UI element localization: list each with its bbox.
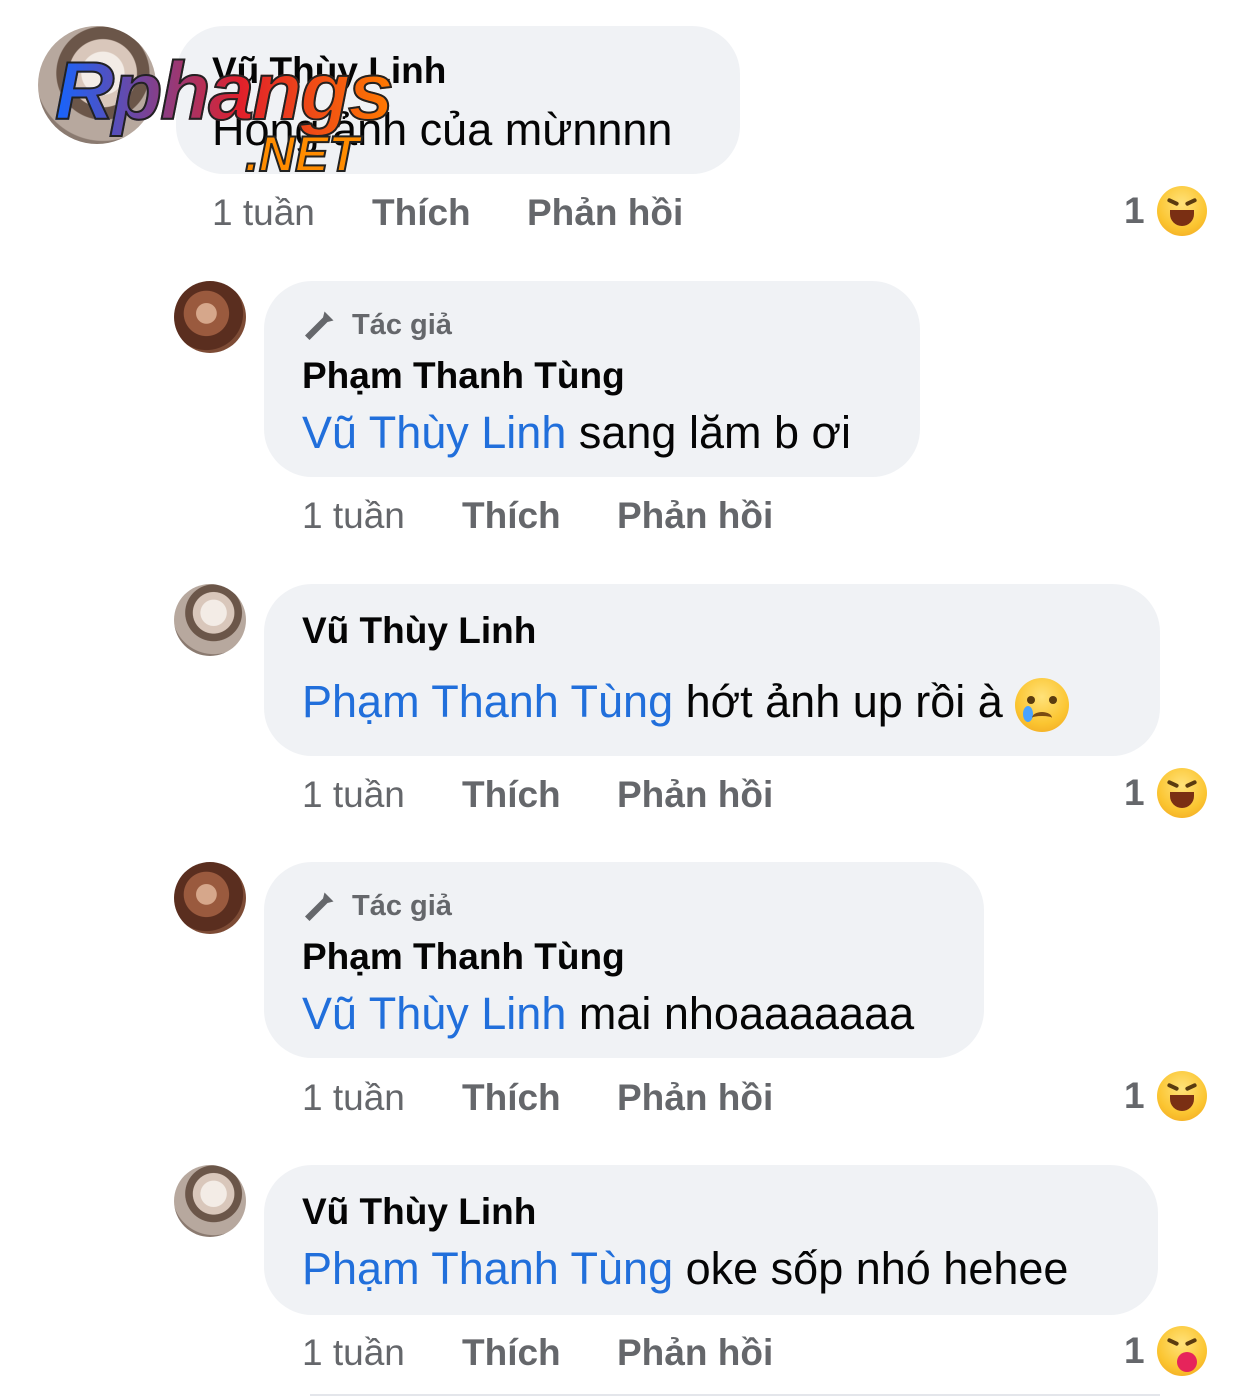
crying-emoji-icon — [1015, 678, 1070, 733]
reaction-summary[interactable]: 1 — [1124, 1326, 1207, 1376]
commenter-name[interactable]: Phạm Thanh Tùng — [302, 355, 625, 397]
mention-link[interactable]: Phạm Thanh Tùng — [302, 676, 673, 727]
author-badge: Tác giả — [302, 307, 452, 343]
like-button[interactable]: Thích — [372, 192, 471, 234]
comment-body: Hóng ảnh của mừnnnn — [212, 104, 673, 155]
comment-bubble: Tác giả Phạm Thanh Tùng Vũ Thùy Linh san… — [264, 281, 920, 477]
reaction-summary[interactable]: 1 — [1124, 768, 1207, 818]
comment-text: Vũ Thùy Linh mai nhoaaaaaaa — [302, 988, 914, 1040]
like-button[interactable]: Thích — [462, 1332, 561, 1374]
avatar-vu-thuy-linh[interactable] — [174, 584, 246, 656]
reaction-count: 1 — [1124, 772, 1145, 813]
comment-time[interactable]: 1 tuần — [302, 774, 405, 816]
reaction-count: 1 — [1124, 190, 1145, 231]
comment-bubble: Vũ Thùy Linh Hóng ảnh của mừnnnn — [176, 26, 740, 174]
commenter-name[interactable]: Vũ Thùy Linh — [302, 610, 536, 652]
haha-emoji-icon — [1156, 186, 1207, 236]
comment-body: hớt ảnh up rồi à — [673, 676, 1003, 727]
reaction-count: 1 — [1124, 1330, 1145, 1371]
avatar-vu-thuy-linh[interactable] — [38, 26, 156, 144]
comment-bubble: Tác giả Phạm Thanh Tùng Vũ Thùy Linh mai… — [264, 862, 984, 1058]
author-badge: Tác giả — [302, 888, 452, 924]
reaction-summary[interactable]: 1 — [1124, 1071, 1207, 1121]
avatar-pham-thanh-tung[interactable] — [174, 281, 246, 353]
mention-link[interactable]: Vũ Thùy Linh — [302, 988, 566, 1039]
reply-button[interactable]: Phản hồi — [527, 192, 683, 234]
microphone-icon — [305, 311, 334, 340]
avatar-pham-thanh-tung[interactable] — [174, 862, 246, 934]
comment-body: oke sốp nhó hehee — [673, 1243, 1069, 1294]
haha-emoji-icon — [1156, 1071, 1207, 1121]
avatar-vu-thuy-linh[interactable] — [174, 1165, 246, 1237]
reply-button[interactable]: Phản hồi — [617, 1332, 773, 1374]
comment-text: Phạm Thanh Tùng oke sốp nhó hehee — [302, 1243, 1068, 1295]
like-button[interactable]: Thích — [462, 1077, 561, 1119]
haha-emoji-icon — [1156, 768, 1207, 818]
author-badge-label: Tác giả — [352, 889, 452, 922]
author-badge-label: Tác giả — [352, 308, 452, 341]
reaction-count: 1 — [1124, 1075, 1145, 1116]
reply-button[interactable]: Phản hồi — [617, 1077, 773, 1119]
commenter-name[interactable]: Phạm Thanh Tùng — [302, 936, 625, 978]
care-emoji-icon — [1156, 1326, 1207, 1376]
microphone-icon — [305, 892, 334, 921]
comment-text: Vũ Thùy Linh sang lăm b ơi — [302, 407, 851, 459]
comment-time[interactable]: 1 tuần — [302, 495, 405, 537]
like-button[interactable]: Thích — [462, 495, 561, 537]
commenter-name[interactable]: Vũ Thùy Linh — [302, 1191, 536, 1233]
mention-link[interactable]: Phạm Thanh Tùng — [302, 1243, 673, 1294]
comment-time[interactable]: 1 tuần — [302, 1332, 405, 1374]
mention-link[interactable]: Vũ Thùy Linh — [302, 407, 566, 458]
comment-body: mai nhoaaaaaaa — [566, 988, 915, 1039]
comment-text: Hóng ảnh của mừnnnn — [212, 104, 672, 156]
reply-button[interactable]: Phản hồi — [617, 774, 773, 816]
comment-bubble: Vũ Thùy Linh Phạm Thanh Tùng hớt ảnh up … — [264, 584, 1160, 756]
reply-button[interactable]: Phản hồi — [617, 495, 773, 537]
divider — [310, 1394, 1160, 1396]
comment-body: sang lăm b ơi — [566, 407, 851, 458]
commenter-name[interactable]: Vũ Thùy Linh — [212, 50, 446, 92]
comment-text: Phạm Thanh Tùng hớt ảnh up rồi à — [302, 676, 1070, 733]
comment-time[interactable]: 1 tuần — [302, 1077, 405, 1119]
comment-time[interactable]: 1 tuần — [212, 192, 315, 234]
comment-bubble: Vũ Thùy Linh Phạm Thanh Tùng oke sốp nhó… — [264, 1165, 1158, 1315]
like-button[interactable]: Thích — [462, 774, 561, 816]
reaction-summary[interactable]: 1 — [1124, 186, 1207, 236]
